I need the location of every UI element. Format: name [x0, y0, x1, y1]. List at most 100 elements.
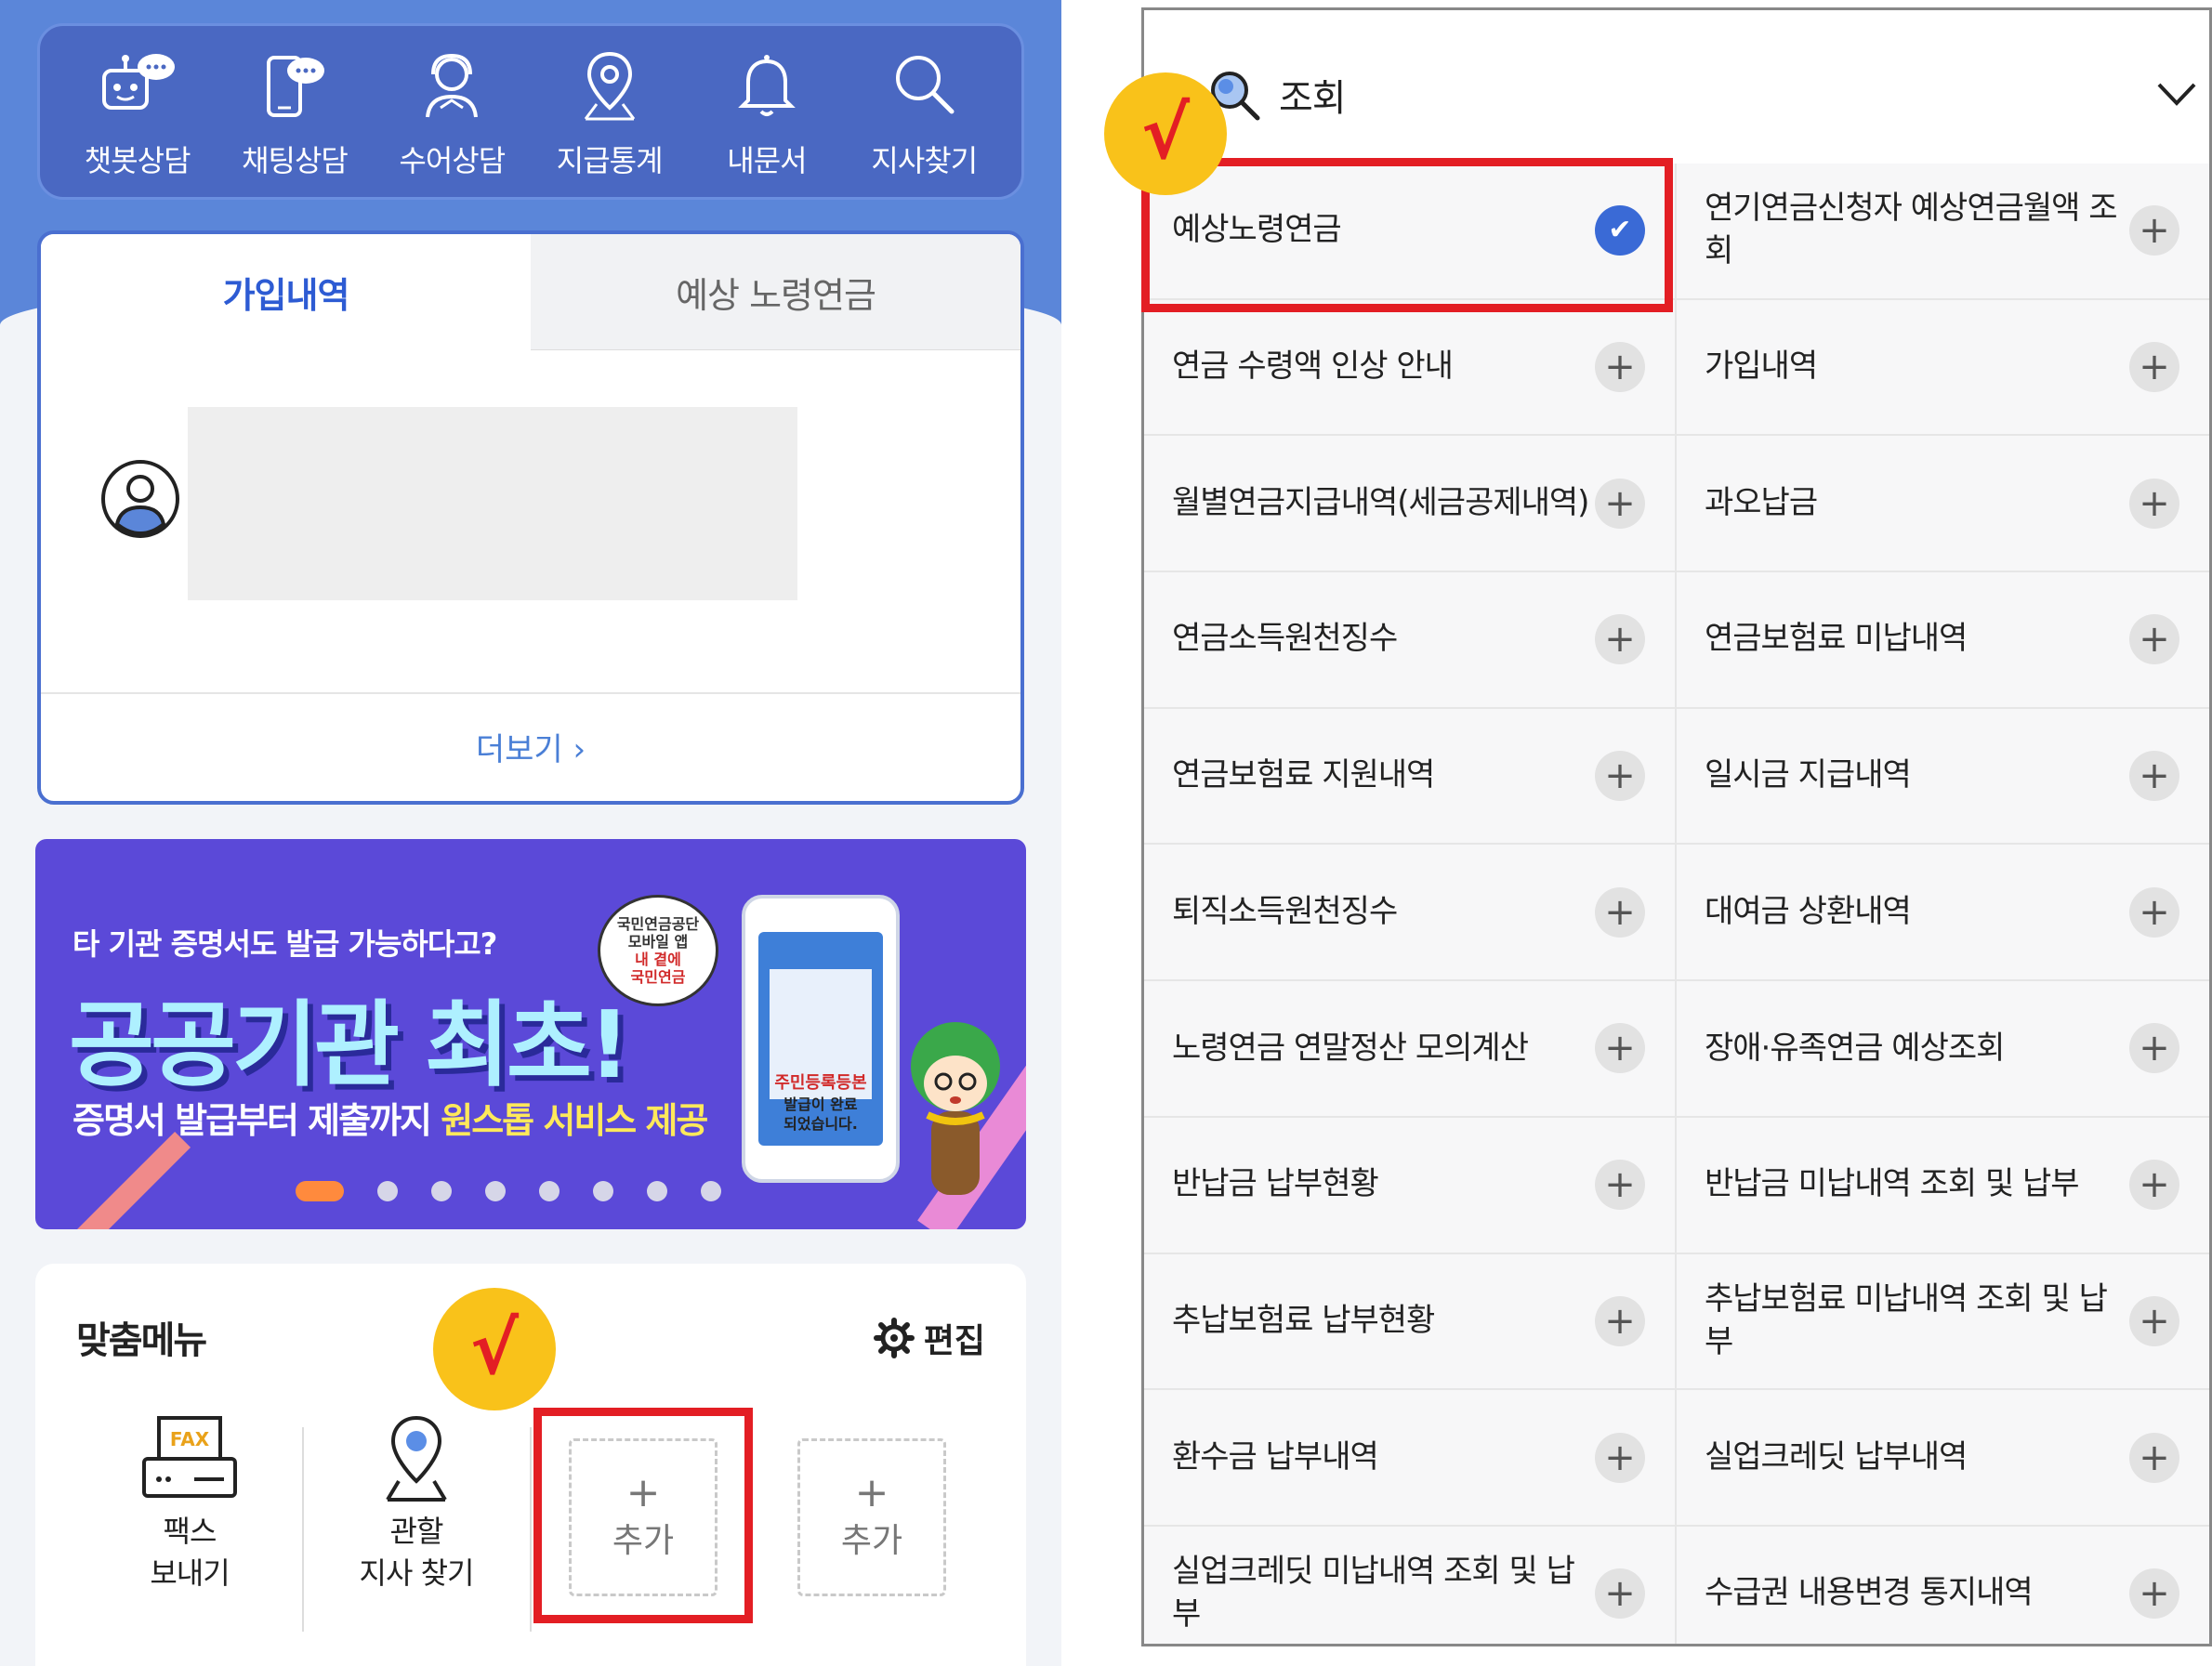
- lookup-title: 조회: [1279, 77, 1347, 120]
- add-icon[interactable]: +: [2129, 1160, 2179, 1211]
- masked-info-placeholder: [188, 407, 797, 600]
- banner-headline: 공공기관 최초!: [69, 990, 630, 1099]
- phone-text: 주민등록등본: [774, 1073, 867, 1093]
- chevron-down-icon[interactable]: [2153, 75, 2200, 112]
- lookup-item[interactable]: 수급권 내용변경 통지내역 +: [1677, 1526, 2209, 1644]
- lookup-item[interactable]: 연금 수령액 인상 안내 +: [1144, 299, 1677, 437]
- quick-item-label: 채팅상담: [242, 143, 349, 178]
- more-link[interactable]: 더보기 ›: [41, 724, 1020, 769]
- quick-item-label: 챗봇상담: [84, 143, 191, 178]
- lookup-item-label: 연기연금신청자 예상연금월액 조회: [1705, 190, 2118, 270]
- pagination-dot[interactable]: [701, 1181, 721, 1201]
- quick-item-branch[interactable]: 지사찾기: [849, 43, 998, 180]
- custom-menu-title: 맞춤메뉴: [76, 1319, 207, 1362]
- lookup-item[interactable]: 연금보험료 지원내역 +: [1144, 708, 1677, 846]
- quick-item-chatbot[interactable]: 챗봇상담: [63, 43, 212, 180]
- lookup-item[interactable]: 퇴직소득원천징수 +: [1144, 845, 1677, 982]
- add-icon[interactable]: +: [2129, 1023, 2179, 1074]
- quick-item-sign-language[interactable]: 수어상담: [377, 43, 526, 180]
- fax-icon: FAX: [142, 1416, 237, 1498]
- promo-banner[interactable]: 타 기관 증명서도 발급 가능하다고? 공공기관 최초! 증명서 발급부터 제출…: [35, 839, 1026, 1229]
- lookup-item[interactable]: 반납금 미납내역 조회 및 납부 +: [1677, 1117, 2209, 1254]
- quick-item-chat[interactable]: 채팅상담: [220, 43, 369, 180]
- add-icon[interactable]: +: [1595, 1568, 1645, 1620]
- gear-icon: [873, 1318, 915, 1358]
- lookup-item[interactable]: 과오납금 +: [1677, 436, 2209, 573]
- add-icon[interactable]: +: [2129, 1432, 2179, 1483]
- custom-tile-branch[interactable]: 관할 지사 찾기: [323, 1412, 509, 1626]
- pagination-dot[interactable]: [593, 1181, 613, 1201]
- app-badge: 국민연금공단 모바일 앱 내 곁에 국민연금: [598, 895, 718, 1006]
- lookup-item[interactable]: 월별연금지급내역(세금공제내역) +: [1144, 436, 1677, 573]
- lookup-item-label: 실업크레딧 미납내역 조회 및 납부: [1172, 1553, 1575, 1633]
- quick-item-label: 지사찾기: [871, 143, 978, 178]
- lookup-item[interactable]: 추납보험료 납부현황 +: [1144, 1253, 1677, 1391]
- add-icon[interactable]: +: [1595, 614, 1645, 665]
- tile-divider: [530, 1427, 532, 1632]
- add-icon[interactable]: +: [2129, 751, 2179, 802]
- highlight-box-selected: [1141, 158, 1673, 312]
- lookup-item[interactable]: 일시금 지급내역 +: [1677, 708, 2209, 846]
- lookup-item[interactable]: 반납금 납부현황 +: [1144, 1117, 1677, 1254]
- add-icon[interactable]: +: [2129, 205, 2179, 256]
- lookup-item[interactable]: 추납보험료 미납내역 조회 및 납부 +: [1677, 1253, 2209, 1391]
- pagination-dot[interactable]: [647, 1181, 667, 1201]
- add-icon[interactable]: +: [2129, 886, 2179, 938]
- add-icon[interactable]: +: [1595, 1295, 1645, 1346]
- quick-item-label: 내문서: [727, 143, 807, 178]
- lookup-item[interactable]: 연기연금신청자 예상연금월액 조회 +: [1677, 164, 2209, 300]
- check-mark-annotation: √: [433, 1288, 556, 1410]
- badge-text: 모바일 앱: [627, 932, 689, 951]
- lookup-header[interactable]: 조회: [1144, 10, 2209, 164]
- pagination-dot-active[interactable]: [296, 1181, 344, 1201]
- add-icon[interactable]: +: [2129, 342, 2179, 393]
- lookup-item[interactable]: 연금보험료 미납내역 +: [1677, 572, 2209, 709]
- add-icon[interactable]: +: [2129, 1568, 2179, 1620]
- add-icon[interactable]: +: [1595, 1160, 1645, 1211]
- lookup-item[interactable]: 대여금 상환내역 +: [1677, 845, 2209, 982]
- lookup-item[interactable]: 연금소득원천징수 +: [1144, 572, 1677, 709]
- add-icon[interactable]: +: [2129, 614, 2179, 665]
- subscription-card: 가입내역 예상 노령연금 더보기 ›: [37, 230, 1024, 805]
- add-icon[interactable]: +: [2129, 478, 2179, 529]
- pagination-dot[interactable]: [485, 1181, 506, 1201]
- edit-button[interactable]: 편집: [873, 1314, 985, 1362]
- add-icon[interactable]: +: [1595, 1023, 1645, 1074]
- pagination-dot[interactable]: [377, 1181, 398, 1201]
- add-icon[interactable]: +: [1595, 1432, 1645, 1483]
- add-icon[interactable]: +: [1595, 478, 1645, 529]
- lookup-item[interactable]: 노령연금 연말정산 모의계산 +: [1144, 981, 1677, 1118]
- add-icon[interactable]: +: [2129, 1295, 2179, 1346]
- quick-item-stats[interactable]: 지급통계: [535, 43, 684, 180]
- banner-pagination: [296, 1181, 721, 1201]
- pagination-dot[interactable]: [431, 1181, 452, 1201]
- edit-label: 편집: [923, 1322, 985, 1360]
- custom-tile-label: 팩스 보내기: [150, 1514, 230, 1591]
- lookup-item[interactable]: 환수금 납부내역 +: [1144, 1390, 1677, 1527]
- highlight-box-add: [533, 1408, 753, 1623]
- tab-expected-pension[interactable]: 예상 노령연금: [531, 234, 1020, 350]
- tab-subscription[interactable]: 가입내역: [41, 234, 531, 350]
- lookup-item[interactable]: 가입내역 +: [1677, 299, 2209, 437]
- svg-text:FAX: FAX: [170, 1428, 210, 1450]
- quick-menu-bar: 챗봇상담 채팅상담 수어상담 지급통계 내문서 지사찾기: [37, 23, 1024, 200]
- home-screen: 챗봇상담 채팅상담 수어상담 지급통계 내문서 지사찾기 가입내역 예상 노령연…: [0, 0, 1061, 1666]
- pagination-dot[interactable]: [539, 1181, 560, 1201]
- add-icon[interactable]: +: [1595, 751, 1645, 802]
- add-icon[interactable]: +: [1595, 886, 1645, 938]
- quick-item-label: 지급통계: [556, 143, 664, 178]
- lookup-item[interactable]: 실업크레딧 미납내역 조회 및 납부 +: [1144, 1526, 1677, 1644]
- lookup-item-label: 일시금 지급내역: [1705, 756, 1912, 794]
- phone-text-line: 발급이 완료: [783, 1095, 858, 1113]
- bell-icon: [738, 55, 796, 116]
- lookup-item-label: 퇴직소득원천징수: [1172, 892, 1398, 930]
- chatbot-icon: [101, 54, 175, 110]
- custom-tile-fax[interactable]: FAX 팩스 보내기: [97, 1412, 283, 1626]
- add-icon[interactable]: +: [1595, 342, 1645, 393]
- add-menu-slot[interactable]: + 추가: [797, 1438, 946, 1596]
- lookup-item[interactable]: 실업크레딧 납부내역 +: [1677, 1390, 2209, 1527]
- search-icon: [896, 56, 955, 114]
- lookup-item-label: 반납금 미납내역 조회 및 납부: [1705, 1165, 2080, 1203]
- quick-item-documents[interactable]: 내문서: [692, 43, 841, 180]
- lookup-item[interactable]: 장애·유족연금 예상조회 +: [1677, 981, 2209, 1118]
